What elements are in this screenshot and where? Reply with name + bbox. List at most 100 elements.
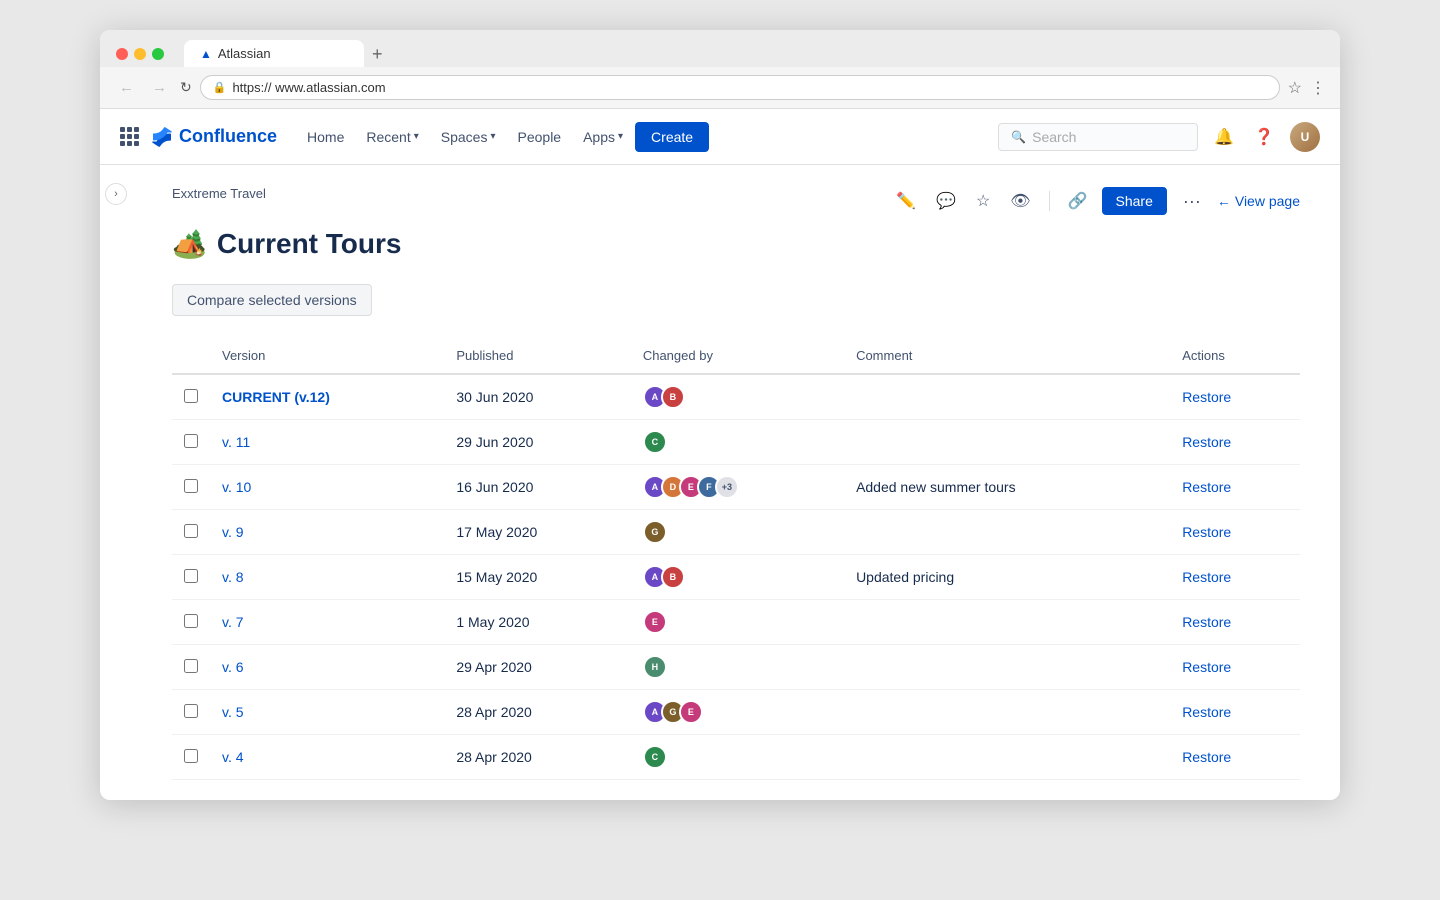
version-link[interactable]: v. 4 [222, 749, 244, 765]
row-checkbox[interactable] [184, 479, 198, 493]
page-title: Current Tours [217, 228, 402, 260]
row-checkbox[interactable] [184, 389, 198, 403]
browser-tab[interactable]: ▲ Atlassian [184, 40, 364, 67]
table-row: v. 1016 Jun 2020ADEF+3Added new summer t… [172, 465, 1300, 510]
row-checkbox[interactable] [184, 569, 198, 583]
recent-label: Recent [366, 129, 410, 145]
row-checkbox[interactable] [184, 524, 198, 538]
avatar: B [661, 385, 685, 409]
restore-link[interactable]: Restore [1182, 479, 1231, 495]
restore-link[interactable]: Restore [1182, 524, 1231, 540]
tab-bar: ▲ Atlassian + [184, 40, 391, 67]
star-icon[interactable]: ☆ [1288, 78, 1302, 98]
toolbar-divider [1049, 191, 1050, 211]
new-tab-button[interactable]: + [364, 44, 391, 65]
people-label: People [518, 129, 562, 145]
refresh-button[interactable]: ↻ [180, 79, 192, 96]
help-button[interactable]: ❓ [1250, 123, 1278, 151]
browser-titlebar: ▲ Atlassian + [100, 30, 1340, 67]
minimize-button[interactable] [134, 48, 146, 60]
version-link[interactable]: v. 8 [222, 569, 244, 585]
lock-icon: 🔒 [213, 81, 227, 94]
apps-chevron-icon: ▾ [618, 131, 623, 142]
nav-people[interactable]: People [508, 121, 572, 153]
table-row: v. 629 Apr 2020HRestore [172, 645, 1300, 690]
breadcrumb-text: Exxtreme Travel [172, 186, 266, 201]
col-version: Version [210, 340, 444, 374]
table-row: v. 428 Apr 2020CRestore [172, 735, 1300, 780]
more-actions-button[interactable]: ··· [1175, 187, 1209, 216]
restore-link[interactable]: Restore [1182, 389, 1231, 405]
create-button[interactable]: Create [635, 122, 709, 152]
compare-label: Compare selected versions [187, 292, 357, 308]
watch-button[interactable]: 👁 [1004, 185, 1036, 217]
version-link[interactable]: v. 7 [222, 614, 244, 630]
col-actions: Actions [1170, 340, 1300, 374]
published-date: 28 Apr 2020 [444, 690, 631, 735]
edit-button[interactable]: ✏️ [890, 185, 922, 217]
version-link[interactable]: v. 5 [222, 704, 244, 720]
view-page-link[interactable]: ← View page [1217, 193, 1300, 209]
restore-link[interactable]: Restore [1182, 659, 1231, 675]
search-box[interactable]: 🔍 Search [998, 123, 1198, 151]
row-checkbox[interactable] [184, 749, 198, 763]
back-button[interactable]: ← [114, 77, 139, 98]
address-bar[interactable]: 🔒 https:// www.atlassian.com [200, 75, 1280, 100]
row-checkbox[interactable] [184, 434, 198, 448]
star-button[interactable]: ☆ [970, 185, 996, 217]
sidebar-toggle-button[interactable]: › [105, 183, 127, 205]
version-link[interactable]: v. 11 [222, 434, 250, 450]
copy-link-button[interactable]: 🔗 [1062, 185, 1094, 217]
nav-spaces[interactable]: Spaces ▾ [431, 121, 506, 153]
restore-link[interactable]: Restore [1182, 749, 1231, 765]
forward-button[interactable]: → [147, 77, 172, 98]
version-link[interactable]: CURRENT (v.12) [222, 389, 330, 405]
notifications-button[interactable]: 🔔 [1210, 123, 1238, 151]
table-row: v. 917 May 2020GRestore [172, 510, 1300, 555]
comment-text [844, 690, 1170, 735]
published-date: 1 May 2020 [444, 600, 631, 645]
confluence-logo[interactable]: Confluence [151, 126, 277, 148]
row-checkbox[interactable] [184, 704, 198, 718]
restore-link[interactable]: Restore [1182, 614, 1231, 630]
close-button[interactable] [116, 48, 128, 60]
changed-by-avatars: G [631, 510, 844, 555]
col-changed-by: Changed by [631, 340, 844, 374]
changed-by-avatars: AB [631, 555, 844, 600]
col-checkbox [172, 340, 210, 374]
share-button[interactable]: Share [1102, 187, 1167, 215]
restore-link[interactable]: Restore [1182, 569, 1231, 585]
table-row: v. 815 May 2020ABUpdated pricingRestore [172, 555, 1300, 600]
changed-by-avatars: C [631, 735, 844, 780]
restore-link[interactable]: Restore [1182, 704, 1231, 720]
sidebar-toggle: › [100, 165, 132, 800]
nav-apps[interactable]: Apps ▾ [573, 121, 633, 153]
nav-recent[interactable]: Recent ▾ [356, 121, 428, 153]
published-date: 30 Jun 2020 [444, 374, 631, 420]
versions-tbody: CURRENT (v.12) 30 Jun 2020 AB Restore v. 11 2… [172, 374, 1300, 780]
changed-by-avatars: AGE [631, 690, 844, 735]
version-link[interactable]: v. 10 [222, 479, 251, 495]
changed-by-avatars: C [631, 420, 844, 465]
traffic-lights [116, 48, 164, 60]
version-link[interactable]: v. 9 [222, 524, 244, 540]
changed-by-avatars: E [631, 600, 844, 645]
app-switcher-icon[interactable] [120, 127, 139, 146]
table-header: Version Published Changed by Comment Act… [172, 340, 1300, 374]
recent-chevron-icon: ▾ [414, 131, 419, 142]
maximize-button[interactable] [152, 48, 164, 60]
user-avatar[interactable]: U [1290, 122, 1320, 152]
published-date: 29 Jun 2020 [444, 420, 631, 465]
row-checkbox[interactable] [184, 659, 198, 673]
compare-versions-button[interactable]: Compare selected versions [172, 284, 372, 316]
toolbar-actions: ☆ ⋮ [1288, 78, 1326, 98]
page-content: Exxtreme Travel ✏️ 💬 ☆ 👁 🔗 Share ··· ← [132, 165, 1340, 800]
row-checkbox[interactable] [184, 614, 198, 628]
version-link[interactable]: v. 6 [222, 659, 244, 675]
app-name: Confluence [179, 126, 277, 147]
comment-text [844, 420, 1170, 465]
comment-button[interactable]: 💬 [930, 185, 962, 217]
menu-icon[interactable]: ⋮ [1310, 78, 1326, 98]
nav-home[interactable]: Home [297, 121, 354, 153]
restore-link[interactable]: Restore [1182, 434, 1231, 450]
